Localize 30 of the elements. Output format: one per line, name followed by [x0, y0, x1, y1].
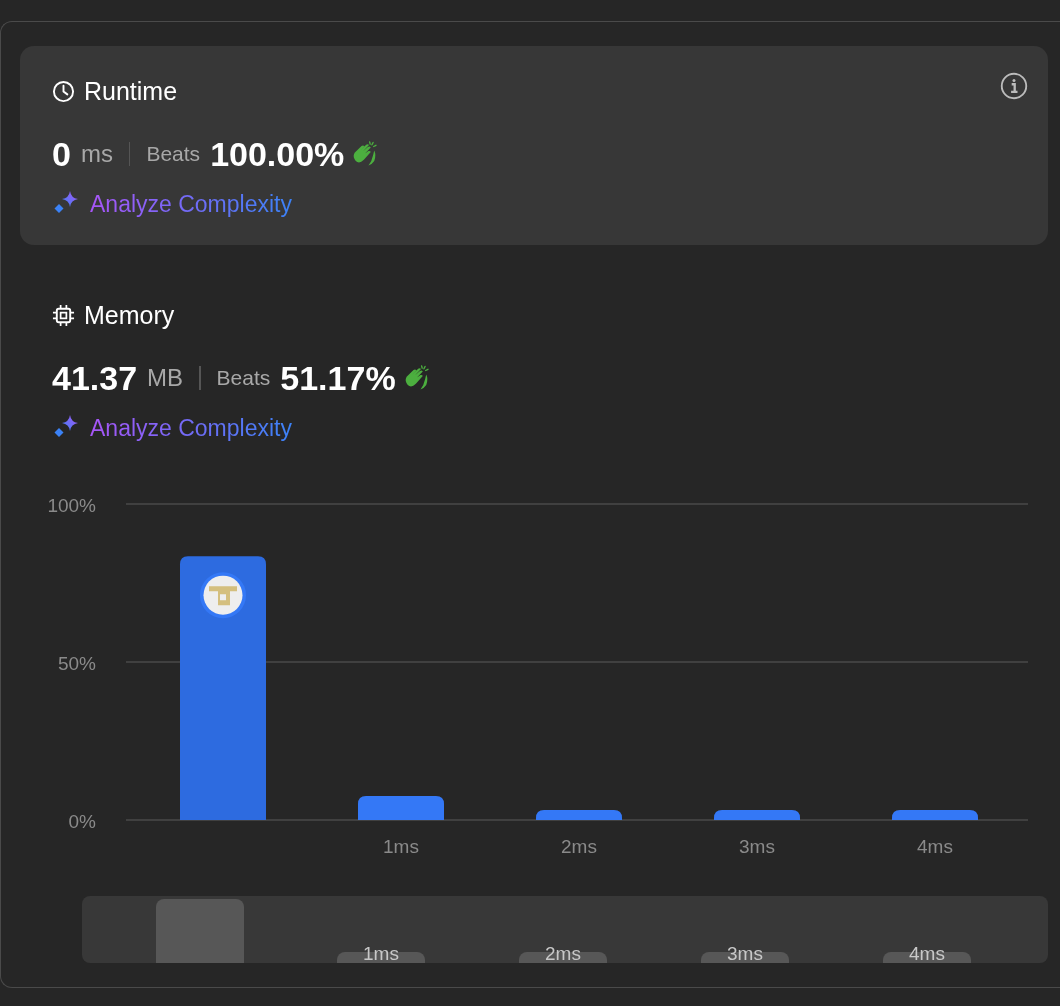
beats-percentage: 51.17%: [280, 358, 396, 398]
bar[interactable]: [180, 556, 266, 820]
beats-label: Beats: [146, 142, 201, 166]
avatar-icon: [200, 572, 246, 619]
overview-label: 2ms: [545, 943, 581, 963]
metric-unit: ms: [80, 140, 113, 168]
chip-icon: [52, 303, 75, 327]
y-axis-label: 50%: [57, 653, 96, 674]
overview-label: 3ms: [727, 943, 763, 963]
y-axis-label: 0%: [68, 811, 96, 832]
overview-label: 4ms: [909, 943, 945, 963]
section-title: Memory: [84, 300, 175, 330]
beats-percentage: 100.00%: [210, 134, 345, 174]
bar[interactable]: [892, 809, 978, 820]
clock-icon: [52, 79, 75, 103]
x-axis-label: 1ms: [383, 836, 419, 857]
x-axis-label: 2ms: [561, 836, 597, 857]
chart-overview[interactable]: 1ms 2ms 3ms 4ms: [82, 896, 1048, 963]
overview-label: 1ms: [363, 943, 399, 963]
metric-value: 0: [52, 134, 71, 174]
metric-value: 41.37: [52, 358, 138, 398]
section-title: Runtime: [84, 76, 178, 106]
bar[interactable]: [536, 809, 622, 820]
bar[interactable]: [714, 809, 800, 820]
beats-label: Beats: [216, 366, 271, 390]
metric-unit: MB: [147, 364, 184, 392]
x-axis-label: 4ms: [917, 836, 953, 857]
y-axis-label: 100%: [47, 495, 96, 516]
x-axis-label: 3ms: [739, 836, 775, 857]
info-icon[interactable]: [1000, 72, 1028, 100]
